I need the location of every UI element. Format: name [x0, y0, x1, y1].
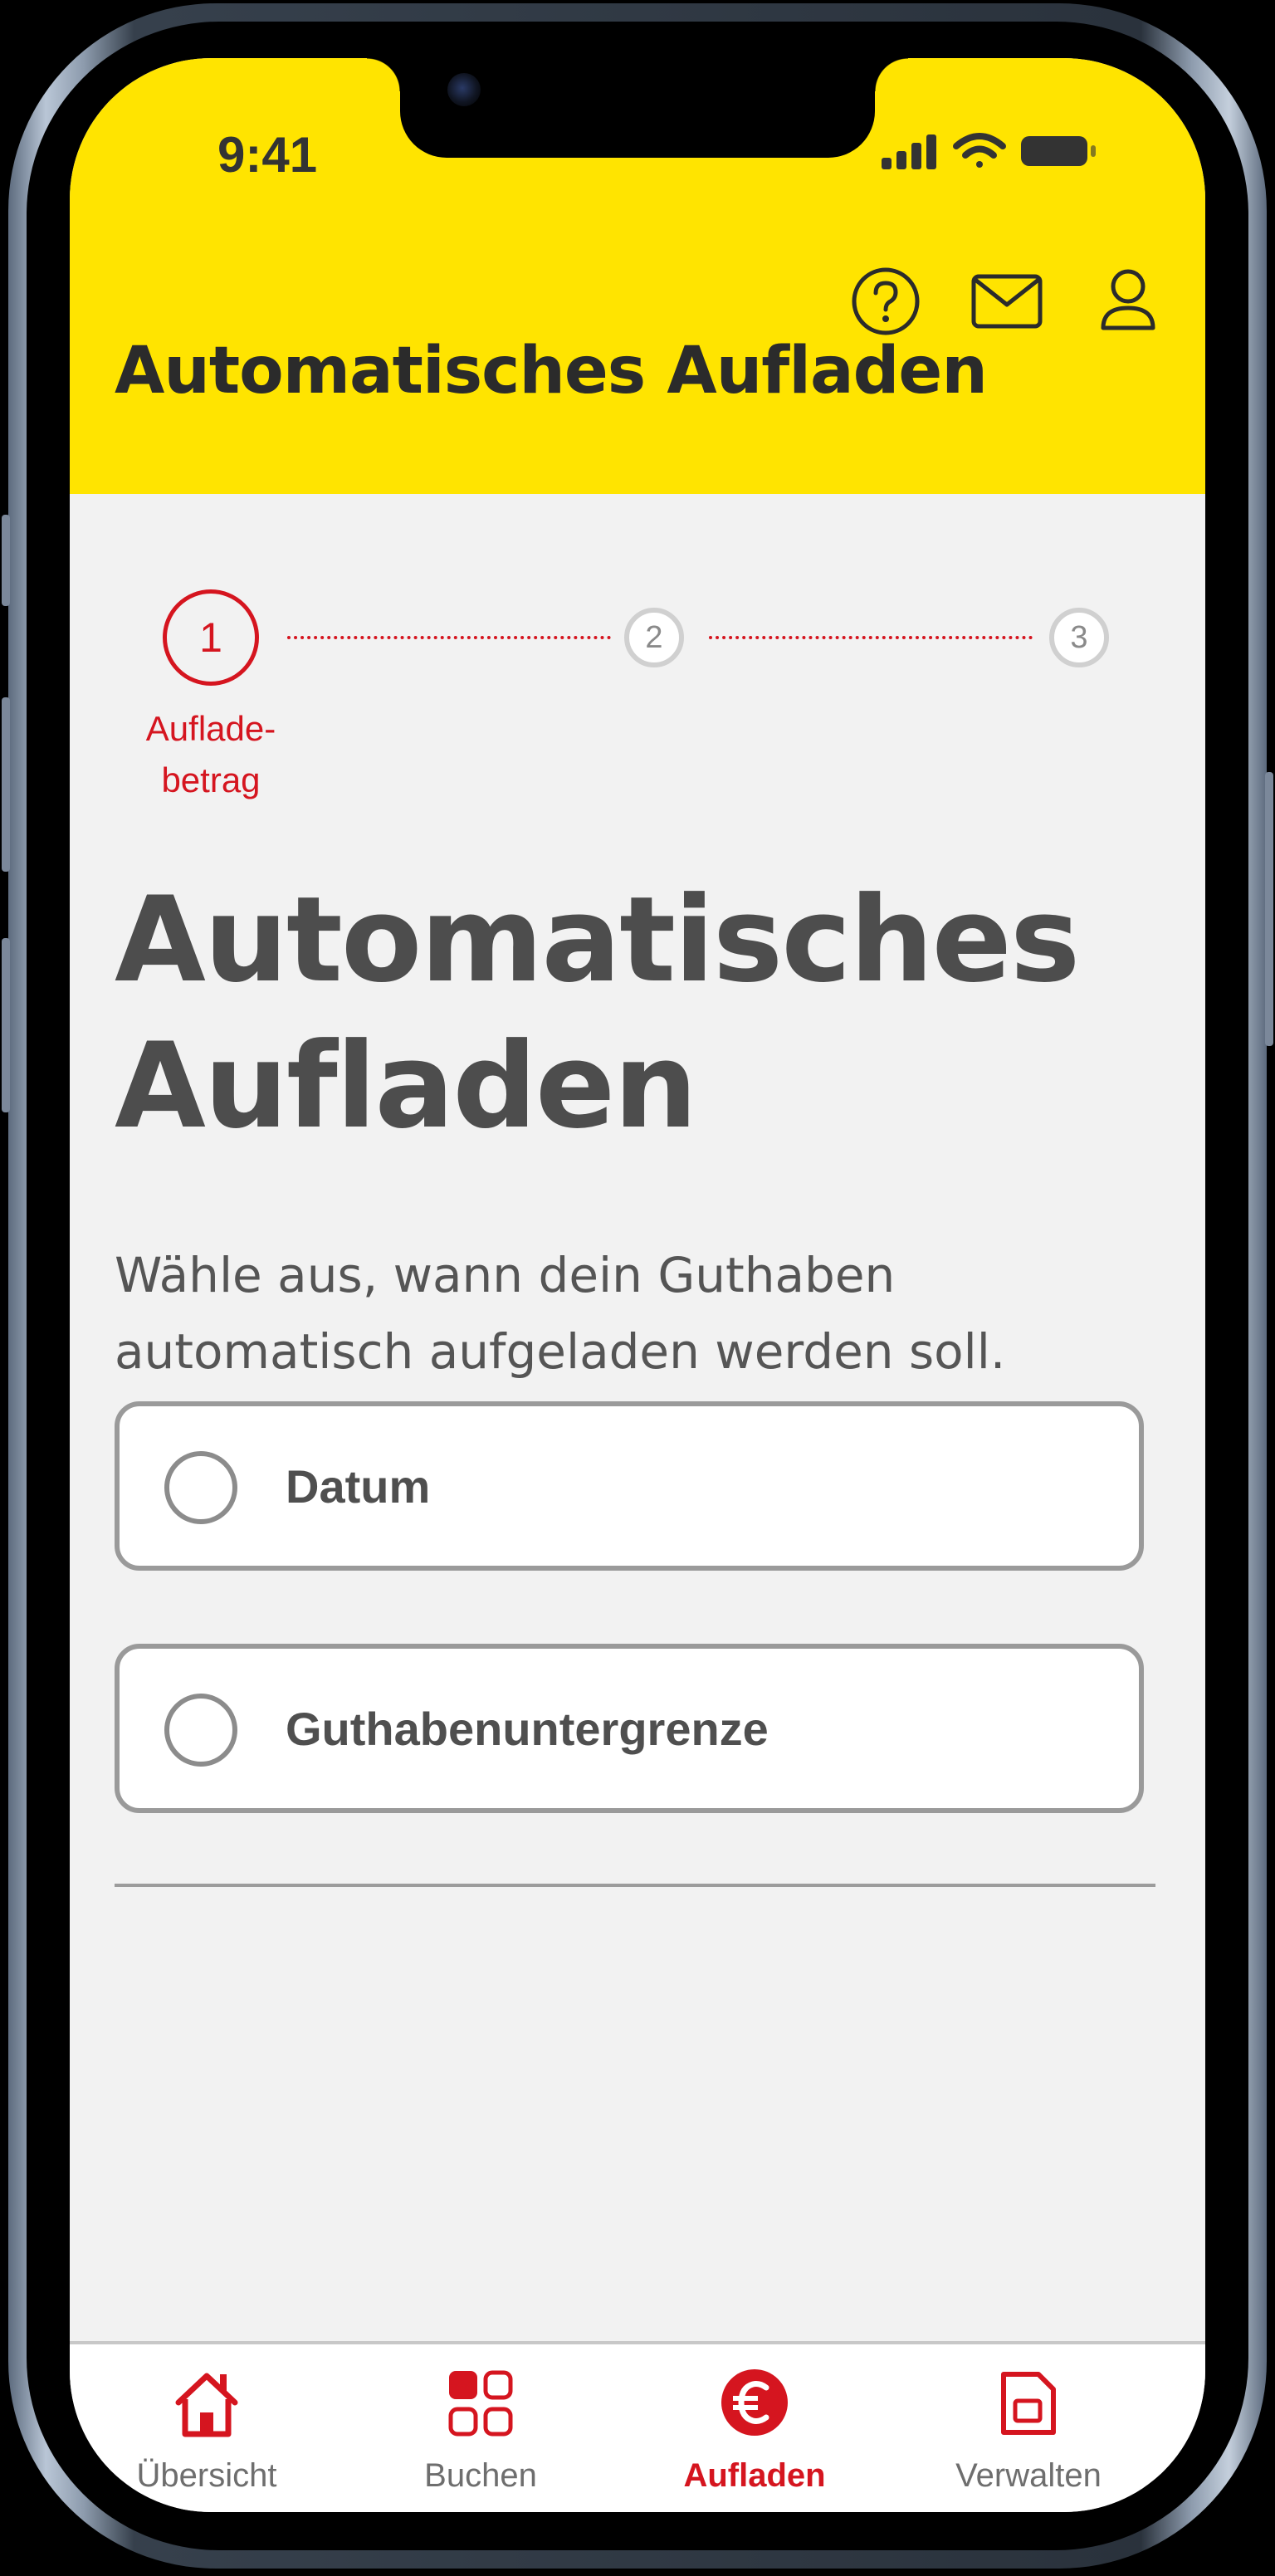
progress-stepper: 1 2 3 Auflade- betrag	[70, 589, 1205, 822]
nav-item-verwalten[interactable]: Verwalten	[892, 2368, 1165, 2509]
user-icon[interactable]	[1088, 262, 1168, 341]
option-datum[interactable]: Datum	[115, 1401, 1144, 1571]
step-connector-2	[709, 636, 1033, 639]
status-icons	[882, 133, 1096, 169]
nav-item-aufladen[interactable]: Aufladen	[618, 2368, 892, 2509]
side-button-volume-down	[2, 938, 10, 1112]
nav-label-uebersicht: Übersicht	[136, 2457, 277, 2494]
home-icon	[175, 2373, 238, 2437]
step-1-label: Auflade- betrag	[145, 709, 276, 799]
front-camera	[447, 73, 481, 106]
cellular-signal-icon	[882, 134, 936, 169]
radio-guthabenuntergrenze[interactable]	[164, 1694, 237, 1767]
mail-icon[interactable]	[967, 262, 1047, 341]
battery-icon	[1021, 136, 1096, 166]
sim-card-icon	[1001, 2372, 1056, 2435]
content-divider	[115, 1884, 1155, 1887]
side-button-power	[1265, 772, 1273, 1046]
nav-label-aufladen: Aufladen	[683, 2457, 826, 2494]
help-icon[interactable]	[846, 262, 926, 341]
phone-notch	[367, 58, 908, 158]
header-actions	[846, 262, 1161, 345]
header-title: Automatisches Aufladen	[115, 334, 988, 408]
option-datum-label: Datum	[286, 1459, 431, 1513]
status-time: 9:41	[217, 127, 318, 183]
wifi-icon	[953, 133, 1006, 168]
option-guthabenuntergrenze-label: Guthabenuntergrenze	[286, 1702, 769, 1755]
step-3: 3	[1049, 608, 1109, 667]
step-connector-1	[287, 636, 611, 639]
app-screen: 9:41 Automatisches Aufladen 1 2 3 Auflad…	[70, 58, 1205, 2512]
option-guthabenuntergrenze[interactable]: Guthabenuntergrenze	[115, 1644, 1144, 1813]
side-button-mute	[2, 515, 10, 606]
nav-label-buchen: Buchen	[424, 2457, 537, 2494]
page-description: Wähle aus, wann dein Guthaben automatisc…	[115, 1247, 1006, 1380]
nav-item-buchen[interactable]: Buchen	[344, 2368, 618, 2509]
radio-datum[interactable]	[164, 1451, 237, 1524]
bottom-navigation: Übersicht Buchen Aufladen Verwalten	[70, 2341, 1205, 2512]
step-2: 2	[624, 608, 684, 667]
step-1: 1	[163, 589, 259, 686]
grid-icon	[448, 2370, 513, 2437]
nav-label-verwalten: Verwalten	[955, 2457, 1102, 2494]
side-button-volume-up	[2, 697, 10, 872]
euro-icon	[721, 2369, 788, 2436]
nav-item-uebersicht[interactable]: Übersicht	[70, 2368, 344, 2509]
page-title: Automatisches Aufladen	[115, 872, 1080, 1155]
